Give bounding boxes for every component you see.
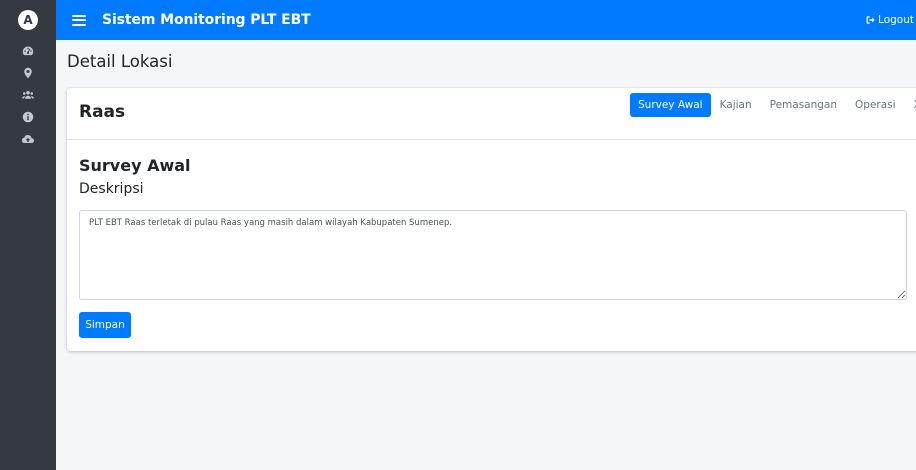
card-body: Survey Awal Deskripsi PLT EBT Raas terle… [67, 140, 916, 350]
description-textarea[interactable]: PLT EBT Raas terletak di pulau Raas yang… [79, 210, 907, 300]
card-header: Raas Survey Awal Kajian Pemasangan Opera… [67, 88, 916, 140]
section-title: Survey Awal [79, 156, 191, 175]
sign-out-icon [866, 16, 875, 24]
menu-toggle-icon[interactable] [72, 14, 86, 26]
sidebar-nav [0, 40, 56, 150]
main-sidebar: A [0, 0, 56, 470]
tab-kajian[interactable]: Kajian [711, 93, 761, 117]
stage-tabs: Survey Awal Kajian Pemasangan Operasi X [630, 93, 916, 117]
sidebar-item-locations[interactable] [0, 62, 56, 84]
tab-pemasangan[interactable]: Pemasangan [761, 93, 846, 117]
brand-logo-letter: A [23, 13, 33, 27]
logout-link[interactable]: Logout [866, 14, 916, 26]
content-wrapper: Detail Lokasi Raas Survey Awal Kajian Pe… [56, 40, 916, 470]
sidebar-item-dashboard[interactable] [0, 40, 56, 62]
top-navbar: Sistem Monitoring PLT EBT Logout [56, 0, 916, 40]
tab-x[interactable]: X [905, 93, 916, 117]
tab-survey-awal[interactable]: Survey Awal [630, 93, 711, 117]
sidebar-item-upload[interactable] [0, 128, 56, 150]
map-marker-icon [24, 67, 32, 79]
sidebar-item-users[interactable] [0, 84, 56, 106]
save-button[interactable]: Simpan [79, 312, 131, 338]
logout-label: Logout [878, 14, 914, 26]
dashboard-gauge-icon [22, 46, 34, 56]
description-label: Deskripsi [79, 181, 144, 197]
app-title: Sistem Monitoring PLT EBT [102, 12, 311, 28]
location-card: Raas Survey Awal Kajian Pemasangan Opera… [67, 88, 916, 351]
page-title: Detail Lokasi [67, 52, 173, 71]
cloud-upload-icon [22, 135, 34, 144]
info-circle-icon [22, 111, 34, 123]
sidebar-item-info[interactable] [0, 106, 56, 128]
tab-operasi[interactable]: Operasi [846, 93, 905, 117]
location-name: Raas [79, 102, 126, 122]
users-icon [22, 90, 34, 99]
brand-logo-icon[interactable]: A [18, 10, 38, 30]
brand[interactable]: A [0, 0, 56, 40]
